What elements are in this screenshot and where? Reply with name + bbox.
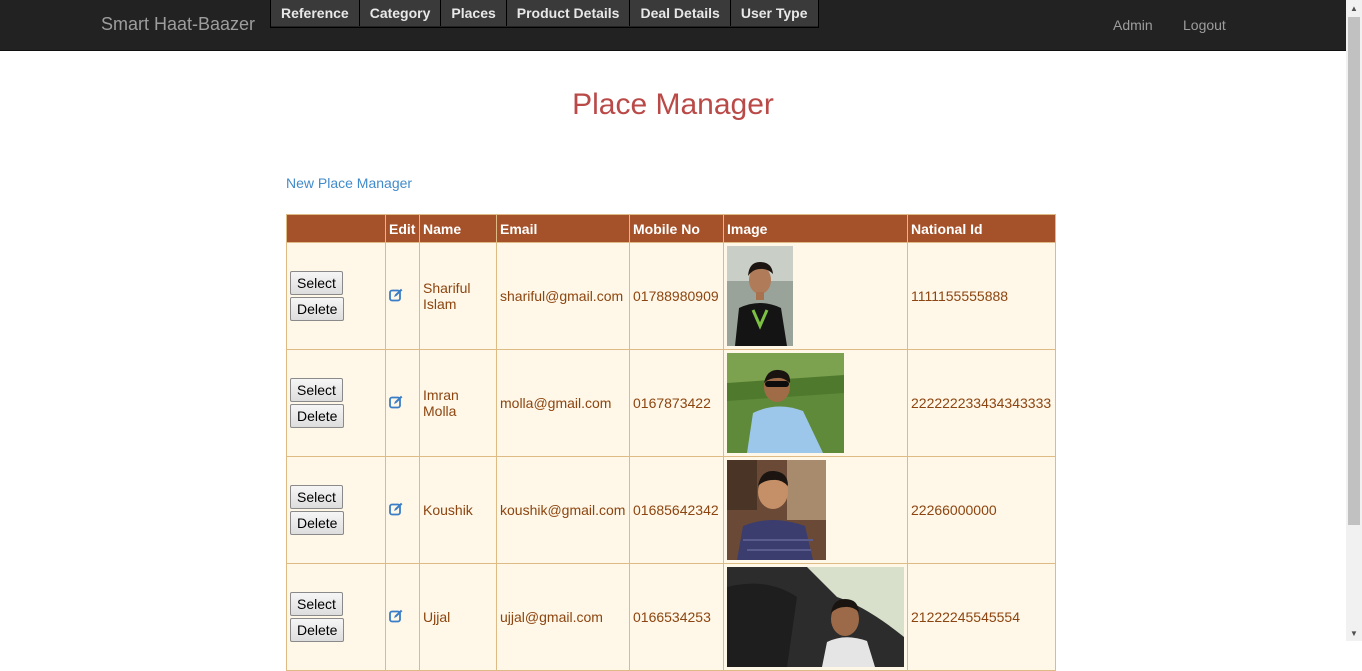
menu-item-category[interactable]: Category — [358, 0, 441, 26]
column-header-edit: Edit — [385, 214, 420, 243]
admin-link[interactable]: Admin — [1113, 17, 1153, 33]
profile-photo — [727, 460, 826, 560]
column-header-mobile: Mobile No — [629, 214, 724, 243]
column-header-national-id: National Id — [907, 214, 1056, 243]
cell-image — [723, 349, 908, 457]
top-navbar: Smart Haat-Baazer Reference Category Pla… — [0, 0, 1346, 51]
menu-item-places[interactable]: Places — [440, 0, 506, 26]
delete-button[interactable]: Delete — [290, 297, 345, 321]
row-actions: Select Delete — [286, 349, 386, 457]
scrollbar-thumb[interactable] — [1348, 17, 1360, 525]
select-button[interactable]: Select — [290, 485, 343, 509]
row-edit — [385, 456, 420, 564]
cell-email: shariful@gmail.com — [496, 242, 630, 350]
delete-button[interactable]: Delete — [290, 511, 345, 535]
column-header-name: Name — [419, 214, 497, 243]
cell-email: koushik@gmail.com — [496, 456, 630, 564]
cell-mobile: 01685642342 — [629, 456, 724, 564]
menu-item-product-details[interactable]: Product Details — [505, 0, 630, 26]
scroll-up-arrow-icon[interactable]: ▲ — [1346, 0, 1362, 16]
menu-item-deal-details[interactable]: Deal Details — [629, 0, 730, 26]
table-row: Select Delete Koushik koushik@gmail.com … — [286, 456, 1056, 564]
edit-icon[interactable] — [389, 288, 403, 302]
edit-icon[interactable] — [389, 502, 403, 516]
cell-national-id: 21222245545554 — [907, 563, 1056, 671]
cell-name: Shariful Islam — [419, 242, 497, 350]
row-edit — [385, 242, 420, 350]
column-header-email: Email — [496, 214, 630, 243]
cell-image — [723, 563, 908, 671]
cell-national-id: 222222233434343333 — [907, 349, 1056, 457]
row-actions: Select Delete — [286, 563, 386, 671]
cell-mobile: 0167873422 — [629, 349, 724, 457]
cell-email: ujjal@gmail.com — [496, 563, 630, 671]
table-row: Select Delete Shariful Islam shariful@gm… — [286, 242, 1056, 350]
row-actions: Select Delete — [286, 242, 386, 350]
vertical-scrollbar[interactable]: ▲ ▼ — [1346, 0, 1362, 641]
cell-name: Ujjal — [419, 563, 497, 671]
row-edit — [385, 563, 420, 671]
select-button[interactable]: Select — [290, 271, 343, 295]
place-manager-table: Edit Name Email Mobile No Image National… — [286, 214, 1056, 671]
new-place-manager-link[interactable]: New Place Manager — [286, 175, 412, 191]
menu-item-user-type[interactable]: User Type — [729, 0, 818, 26]
menu-item-reference[interactable]: Reference — [271, 0, 359, 26]
table-row: Select Delete Imran Molla molla@gmail.co… — [286, 349, 1056, 457]
column-header-actions — [286, 214, 386, 243]
select-button[interactable]: Select — [290, 378, 343, 402]
profile-photo — [727, 567, 904, 667]
cell-national-id: 22266000000 — [907, 456, 1056, 564]
cell-mobile: 01788980909 — [629, 242, 724, 350]
edit-icon[interactable] — [389, 395, 403, 409]
row-actions: Select Delete — [286, 456, 386, 564]
cell-name: Imran Molla — [419, 349, 497, 457]
page-title: Place Manager — [572, 88, 774, 121]
column-header-image: Image — [723, 214, 908, 243]
cell-image — [723, 242, 908, 350]
delete-button[interactable]: Delete — [290, 618, 345, 642]
row-edit — [385, 349, 420, 457]
logout-link[interactable]: Logout — [1183, 17, 1226, 33]
cell-national-id: 1111155555888 — [907, 242, 1056, 350]
profile-photo — [727, 246, 793, 346]
edit-icon[interactable] — [389, 609, 403, 623]
cell-email: molla@gmail.com — [496, 349, 630, 457]
delete-button[interactable]: Delete — [290, 404, 345, 428]
profile-photo — [727, 353, 844, 453]
scroll-down-arrow-icon[interactable]: ▼ — [1346, 625, 1362, 641]
cell-name: Koushik — [419, 456, 497, 564]
select-button[interactable]: Select — [290, 592, 343, 616]
brand-name[interactable]: Smart Haat-Baazer — [101, 14, 255, 35]
table-header-row: Edit Name Email Mobile No Image National… — [286, 214, 1056, 243]
cell-image — [723, 456, 908, 564]
main-menu: Reference Category Places Product Detail… — [270, 0, 819, 28]
table-row: Select Delete Ujjal ujjal@gmail.com 0166… — [286, 563, 1056, 671]
cell-mobile: 0166534253 — [629, 563, 724, 671]
